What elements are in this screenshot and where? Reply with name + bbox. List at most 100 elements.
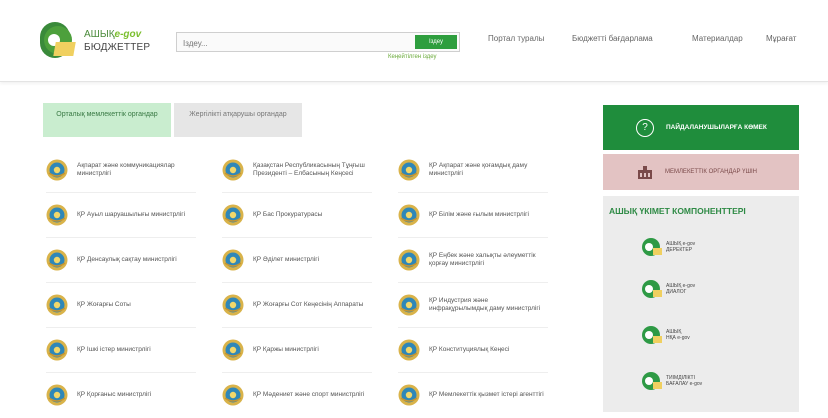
org-divider — [398, 192, 548, 193]
building-icon — [638, 166, 652, 179]
org-divider — [46, 372, 196, 373]
org-label: ҚР Жоғарғы Сот Кеңесінің Аппараты — [253, 300, 364, 308]
org-divider — [222, 327, 372, 328]
tab-local-agencies[interactable]: Жергілікті атқарушы органдар — [174, 103, 302, 137]
org-divider — [46, 282, 196, 283]
org-label: ҚР Қорғаныс министрлігі — [77, 390, 152, 398]
org-item[interactable]: ҚР Ақпарат және қоғамдық даму министрліг… — [398, 150, 548, 190]
nav-materials[interactable]: Материалдар — [692, 34, 743, 43]
state-emblem-icon — [398, 204, 420, 226]
org-divider — [222, 237, 372, 238]
component-label: АШЫҚ e-gov ДИАЛОГ — [666, 282, 696, 296]
open-gov-components-panel: АШЫҚ ҮКІМЕТ КОМПОНЕНТТЕРІ АШЫҚ e-gov ДЕРЕ… — [603, 196, 799, 412]
state-emblem-icon — [46, 339, 68, 361]
logo-subtitle: БЮДЖЕТТЕР — [84, 42, 151, 53]
state-emblem-icon — [398, 159, 420, 181]
org-label: ҚР Денсаулық сақтау министрлігі — [77, 255, 177, 263]
state-emblem-icon — [46, 249, 68, 271]
search-button[interactable]: Іздеу — [415, 35, 457, 49]
org-divider — [398, 327, 548, 328]
org-item[interactable]: Қазақстан Республикасының Тұңғыш Президе… — [222, 150, 372, 190]
org-divider — [398, 282, 548, 283]
org-divider — [222, 282, 372, 283]
component-label: АШЫҚ НҚА e-gov — [666, 328, 690, 342]
nav-archive[interactable]: Мұрағат — [766, 34, 796, 43]
state-emblem-icon — [398, 384, 420, 406]
state-emblem-icon — [222, 294, 244, 316]
org-item[interactable]: ҚР Индустрия және инфрақұрылымдық даму м… — [398, 285, 548, 325]
gov-agencies-button[interactable]: МЕМЛЕКЕТТІК ОРГАНДАР ҮШІН — [603, 154, 799, 190]
component-link[interactable]: ТИІМДІЛІКТІ БАҒАЛАУ e-gov — [641, 368, 702, 394]
component-logo-icon — [642, 372, 662, 390]
org-item[interactable]: ҚР Жоғарғы Сот Кеңесінің Аппараты — [222, 285, 372, 325]
nav-about[interactable]: Портал туралы — [488, 34, 544, 43]
org-item[interactable]: ҚР Ауыл шаруашылығы министрлігі — [46, 195, 196, 235]
state-emblem-icon — [222, 159, 244, 181]
top-header: АШЫҚe-gov БЮДЖЕТТЕР Іздеу Кеңейтілген із… — [0, 0, 828, 82]
search-input[interactable] — [177, 34, 407, 53]
org-item[interactable]: ҚР Еңбек және халықты әлеуметтік қорғау … — [398, 240, 548, 280]
state-emblem-icon — [222, 249, 244, 271]
advanced-search-link[interactable]: Кеңейтілген іздеу — [388, 54, 437, 60]
org-label: ҚР Бас Прокуратурасы — [253, 210, 323, 218]
state-emblem-icon — [46, 384, 68, 406]
state-emblem-icon — [222, 204, 244, 226]
user-help-label: ПАЙДАЛАНУШЫЛАРҒА КӨМЕК — [666, 123, 767, 131]
component-link[interactable]: АШЫҚ НҚА e-gov — [641, 322, 690, 348]
tab-central-agencies[interactable]: Орталық мемлекеттік органдар — [43, 103, 171, 137]
org-item[interactable]: ҚР Жоғарғы Соты — [46, 285, 196, 325]
org-label: ҚР Ақпарат және қоғамдық даму министрліг… — [429, 161, 528, 177]
site-logo[interactable]: АШЫҚe-gov БЮДЖЕТТЕР — [38, 18, 158, 64]
org-item[interactable]: ҚР Конституциялық Кеңесі — [398, 330, 548, 370]
org-divider — [398, 237, 548, 238]
state-emblem-icon — [398, 249, 420, 271]
org-item[interactable]: ҚР Білім және ғылым министрлігі — [398, 195, 548, 235]
org-label: ҚР Әділет министрлігі — [253, 255, 320, 263]
question-icon: ? — [636, 118, 654, 137]
logo-title: АШЫҚe-gov — [84, 29, 142, 40]
org-label: ҚР Ішкі істер министрлігі — [77, 345, 151, 353]
org-divider — [46, 237, 196, 238]
org-divider — [46, 192, 196, 193]
state-emblem-icon — [46, 159, 68, 181]
gov-agencies-label: МЕМЛЕКЕТТІК ОРГАНДАР ҮШІН — [665, 168, 758, 175]
state-emblem-icon — [398, 339, 420, 361]
org-label: ҚР Конституциялық Кеңесі — [429, 345, 510, 353]
org-item[interactable]: ҚР Мемлекеттік қызмет істері агенттігі — [398, 375, 548, 415]
state-emblem-icon — [398, 294, 420, 316]
nav-budget-program[interactable]: Бюджетті бағдарлама — [572, 34, 653, 43]
logo-mark-icon — [40, 22, 76, 58]
org-item[interactable]: ҚР Бас Прокуратурасы — [222, 195, 372, 235]
org-item[interactable]: ҚР Мәдениет және спорт министрлігі — [222, 375, 372, 415]
org-item[interactable]: ҚР Қаржы министрлігі — [222, 330, 372, 370]
org-label: ҚР Еңбек және халықты әлеуметтік қорғау … — [429, 251, 536, 267]
component-logo-icon — [642, 238, 662, 256]
state-emblem-icon — [46, 294, 68, 316]
org-label: Қазақстан Республикасының Тұңғыш Президе… — [253, 161, 365, 177]
org-item[interactable]: Ақпарат және коммуникациялар министрлігі — [46, 150, 196, 190]
org-divider — [398, 372, 548, 373]
org-item[interactable]: ҚР Қорғаныс министрлігі — [46, 375, 196, 415]
org-item[interactable]: ҚР Ішкі істер министрлігі — [46, 330, 196, 370]
component-label: АШЫҚ e-gov ДЕРЕКТЕР — [666, 240, 696, 254]
org-label: ҚР Жоғарғы Соты — [77, 300, 131, 308]
components-title: АШЫҚ ҮКІМЕТ КОМПОНЕНТТЕРІ — [609, 206, 746, 216]
org-item[interactable]: ҚР Денсаулық сақтау министрлігі — [46, 240, 196, 280]
search-box: Іздеу — [176, 32, 460, 53]
org-label: Ақпарат және коммуникациялар министрлігі — [77, 161, 175, 177]
component-logo-icon — [642, 326, 662, 344]
org-label: ҚР Ауыл шаруашылығы министрлігі — [77, 210, 186, 218]
org-label: ҚР Индустрия және инфрақұрылымдық даму м… — [429, 296, 541, 312]
component-link[interactable]: АШЫҚ e-gov ДИАЛОГ — [641, 276, 695, 302]
org-divider — [222, 372, 372, 373]
org-divider — [222, 192, 372, 193]
component-link[interactable]: АШЫҚ e-gov ДЕРЕКТЕР — [641, 234, 695, 260]
component-logo-icon — [642, 280, 662, 298]
org-label: ҚР Мәдениет және спорт министрлігі — [253, 390, 365, 398]
org-label: ҚР Мемлекеттік қызмет істері агенттігі — [429, 390, 544, 398]
user-help-button[interactable]: ? ПАЙДАЛАНУШЫЛАРҒА КӨМЕК — [603, 105, 799, 150]
org-item[interactable]: ҚР Әділет министрлігі — [222, 240, 372, 280]
org-divider — [46, 327, 196, 328]
org-label: ҚР Білім және ғылым министрлігі — [429, 210, 529, 218]
state-emblem-icon — [222, 339, 244, 361]
